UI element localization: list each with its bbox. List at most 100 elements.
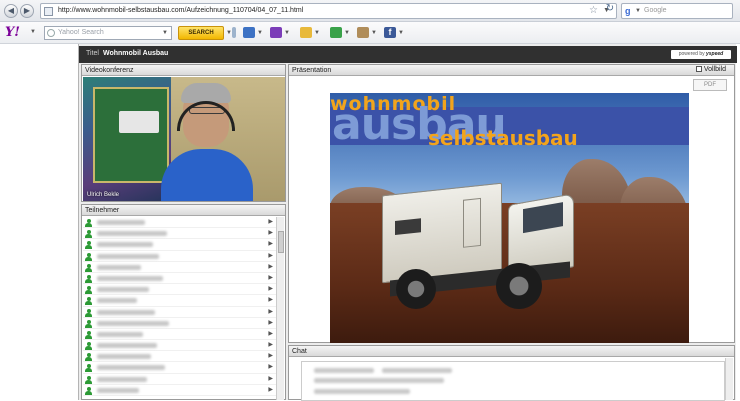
mail-dropdown-icon[interactable]: ▼: [257, 30, 263, 36]
participant-name: [97, 343, 157, 349]
chat-message: [382, 368, 452, 373]
address-bar[interactable]: http://www.wohnmobil-selbstausbau.com/Au…: [40, 3, 617, 19]
participant-row[interactable]: ▶: [83, 385, 276, 396]
folder-icon[interactable]: [300, 27, 312, 38]
games-icon[interactable]: [330, 27, 342, 38]
participant-row[interactable]: ▶: [83, 251, 276, 262]
bookmark-star-icon[interactable]: ☆: [589, 5, 598, 16]
participant-row[interactable]: ▶: [83, 329, 276, 341]
participants-scrollbar[interactable]: [276, 217, 284, 400]
powered-by-badge[interactable]: powered by yspeed: [671, 50, 731, 59]
scrollbar-thumb[interactable]: [278, 231, 284, 253]
participant-row[interactable]: ▶: [83, 362, 276, 374]
participant-expand-arrow-icon[interactable]: ▶: [268, 308, 273, 315]
messenger-icon[interactable]: [270, 27, 282, 38]
participant-expand-arrow-icon[interactable]: ▶: [268, 341, 273, 348]
participant-row[interactable]: ▶: [83, 273, 276, 285]
participant-row[interactable]: ▶: [83, 340, 276, 352]
user-icon: [85, 252, 92, 261]
participant-row[interactable]: ▶: [83, 318, 276, 329]
browser-search-box[interactable]: g ▼ Google: [621, 3, 733, 19]
bookmarks-dropdown-icon[interactable]: ▼: [371, 30, 377, 36]
truck-windshield: [523, 202, 563, 234]
browser-nav-bar: ◀ ▶ http://www.wohnmobil-selbstausbau.co…: [0, 0, 740, 22]
participant-row[interactable]: ▶: [83, 374, 276, 385]
presenter-hair: [181, 83, 231, 103]
yahoo-logo[interactable]: Y!: [5, 25, 20, 40]
page-favicon-icon: [44, 7, 53, 16]
forward-arrow-icon[interactable]: ▶: [20, 4, 34, 18]
participant-name: [97, 220, 145, 225]
powered-by-prefix: powered by: [678, 51, 705, 57]
participant-name: [97, 242, 153, 248]
yahoo-toolbar: Y! ▼ Yahoo! Search ▼ SEARCH ▼ ▼ ▼ ▼ ▼ ▼ …: [0, 22, 740, 44]
participants-panel: Teilnehmer ▶ ▶ ▶ ▶ ▶ ▶ ▶ ▶ ▶ ▶ ▶ ▶ ▶ ▶ ▶ ▶: [81, 204, 286, 400]
participant-expand-arrow-icon[interactable]: ▶: [268, 296, 273, 303]
participant-row[interactable]: ▶: [83, 351, 276, 363]
yahoo-search-placeholder: Yahoo! Search: [58, 29, 104, 36]
back-arrow-icon[interactable]: ◀: [4, 4, 18, 18]
user-icon: [85, 286, 92, 295]
participant-name: [97, 253, 159, 259]
messenger-dropdown-icon[interactable]: ▼: [284, 30, 290, 36]
truck-wheel: [396, 269, 436, 309]
participant-row[interactable]: ▶: [83, 217, 276, 229]
search-icon: [47, 29, 55, 37]
participant-expand-arrow-icon[interactable]: ▶: [268, 218, 273, 225]
browser-search-placeholder: Google: [644, 7, 667, 14]
participants-panel-header: Teilnehmer: [82, 205, 285, 216]
participant-expand-arrow-icon[interactable]: ▶: [268, 285, 273, 292]
participant-name: [97, 264, 141, 270]
facebook-icon[interactable]: f: [384, 27, 396, 38]
participant-expand-arrow-icon[interactable]: ▶: [268, 363, 273, 370]
webinar-app: Titel Wohnmobil Ausbau powered by yspeed…: [78, 44, 737, 401]
search-engine-dropdown-icon[interactable]: ▼: [635, 8, 641, 14]
participant-row[interactable]: ▶: [83, 295, 276, 307]
participant-expand-arrow-icon[interactable]: ▶: [268, 229, 273, 236]
user-icon: [85, 219, 92, 227]
participant-name: [97, 331, 143, 337]
participants-list: ▶ ▶ ▶ ▶ ▶ ▶ ▶ ▶ ▶ ▶ ▶ ▶ ▶ ▶ ▶ ▶: [83, 217, 276, 400]
user-icon: [85, 274, 92, 283]
yahoo-search-button[interactable]: SEARCH: [178, 26, 224, 40]
mail-icon[interactable]: [243, 27, 255, 38]
yahoo-search-dropdown-icon[interactable]: ▼: [162, 30, 168, 36]
participant-name: [97, 376, 147, 382]
participant-expand-arrow-icon[interactable]: ▶: [268, 330, 273, 337]
fullscreen-toggle[interactable]: Vollbild: [695, 66, 726, 73]
participant-expand-arrow-icon[interactable]: ▶: [268, 375, 273, 382]
participant-expand-arrow-icon[interactable]: ▶: [268, 386, 273, 393]
yahoo-search-input[interactable]: Yahoo! Search ▼: [44, 26, 172, 40]
reload-icon[interactable]: ↻: [604, 3, 616, 17]
participant-name: [97, 275, 163, 281]
facebook-dropdown-icon[interactable]: ▼: [398, 30, 404, 36]
participant-row[interactable]: ▶: [83, 239, 276, 251]
session-title: Wohnmobil Ausbau: [103, 50, 169, 57]
yahoo-menu-dropdown-icon[interactable]: ▼: [30, 29, 36, 35]
user-icon: [85, 342, 92, 351]
pdf-button[interactable]: PDF: [693, 79, 727, 91]
slide-title-line3: selbstausbau: [428, 126, 578, 150]
folder-dropdown-icon[interactable]: ▼: [314, 30, 320, 36]
user-icon: [85, 364, 92, 373]
participant-row[interactable]: ▶: [83, 262, 276, 273]
video-poster: [93, 87, 169, 183]
participant-row[interactable]: ▶: [83, 307, 276, 318]
chat-scrollbar[interactable]: [725, 358, 733, 400]
participant-expand-arrow-icon[interactable]: ▶: [268, 352, 273, 359]
user-icon: [85, 375, 92, 384]
fullscreen-checkbox[interactable]: [695, 66, 702, 72]
user-icon: [85, 330, 92, 339]
participant-expand-arrow-icon[interactable]: ▶: [268, 263, 273, 270]
participant-expand-arrow-icon[interactable]: ▶: [268, 319, 273, 326]
participant-expand-arrow-icon[interactable]: ▶: [268, 252, 273, 259]
url-text: http://www.wohnmobil-selbstausbau.com/Au…: [58, 7, 304, 14]
participant-row[interactable]: ▶: [83, 228, 276, 240]
participant-expand-arrow-icon[interactable]: ▶: [268, 240, 273, 247]
participant-expand-arrow-icon[interactable]: ▶: [268, 274, 273, 281]
user-icon: [85, 297, 92, 306]
participant-row[interactable]: ▶: [83, 284, 276, 296]
video-stream[interactable]: Ulrich Bekle: [83, 77, 285, 201]
games-dropdown-icon[interactable]: ▼: [344, 30, 350, 36]
bookmarks-icon[interactable]: [357, 27, 369, 38]
